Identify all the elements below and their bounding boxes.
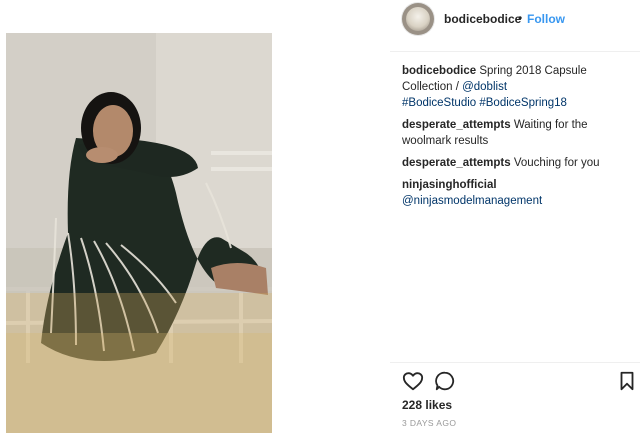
like-count[interactable]: 228 likes (402, 398, 452, 412)
post-sidebar: bodicebodice • Follow bodicebodice Sprin… (390, 0, 640, 440)
comment-item: ninjasinghofficial @ninjasmodelmanagemen… (402, 177, 638, 209)
comment-author[interactable]: ninjasinghofficial (402, 179, 497, 191)
follow-button[interactable]: Follow (527, 12, 565, 26)
caption-hashtags[interactable]: #BodiceStudio #BodiceSpring18 (402, 97, 567, 109)
action-bar (390, 366, 640, 396)
comment-author[interactable]: desperate_attempts (402, 157, 511, 169)
comment-bubble-icon[interactable] (434, 370, 456, 392)
caption-mention[interactable]: @doblist (462, 81, 507, 93)
photo-illustration (6, 33, 272, 433)
comments-list: bodicebodice Spring 2018 Capsule Collect… (402, 63, 638, 215)
actions-divider (390, 362, 640, 363)
header-divider (390, 51, 640, 52)
post-media-column (0, 0, 390, 440)
heart-icon[interactable] (402, 370, 424, 392)
caption-author[interactable]: bodicebodice (402, 65, 476, 77)
avatar[interactable] (402, 3, 434, 35)
comment-item: desperate_attempts Vouching for you (402, 155, 638, 171)
follow-separator: • (518, 11, 523, 25)
post-header: bodicebodice • Follow (390, 0, 640, 40)
author-username[interactable]: bodicebodice (444, 12, 521, 26)
avatar-image (406, 7, 430, 31)
comment-text: Vouching for you (513, 157, 600, 169)
comment-mention[interactable]: @ninjasmodelmanagement (402, 195, 542, 207)
post-photo[interactable] (6, 33, 272, 433)
comment-item: desperate_attempts Waiting for the woolm… (402, 117, 638, 149)
caption: bodicebodice Spring 2018 Capsule Collect… (402, 63, 638, 111)
comment-author[interactable]: desperate_attempts (402, 119, 511, 131)
bookmark-icon[interactable] (616, 370, 638, 392)
post-timestamp[interactable]: 3 DAYS AGO (402, 418, 456, 428)
